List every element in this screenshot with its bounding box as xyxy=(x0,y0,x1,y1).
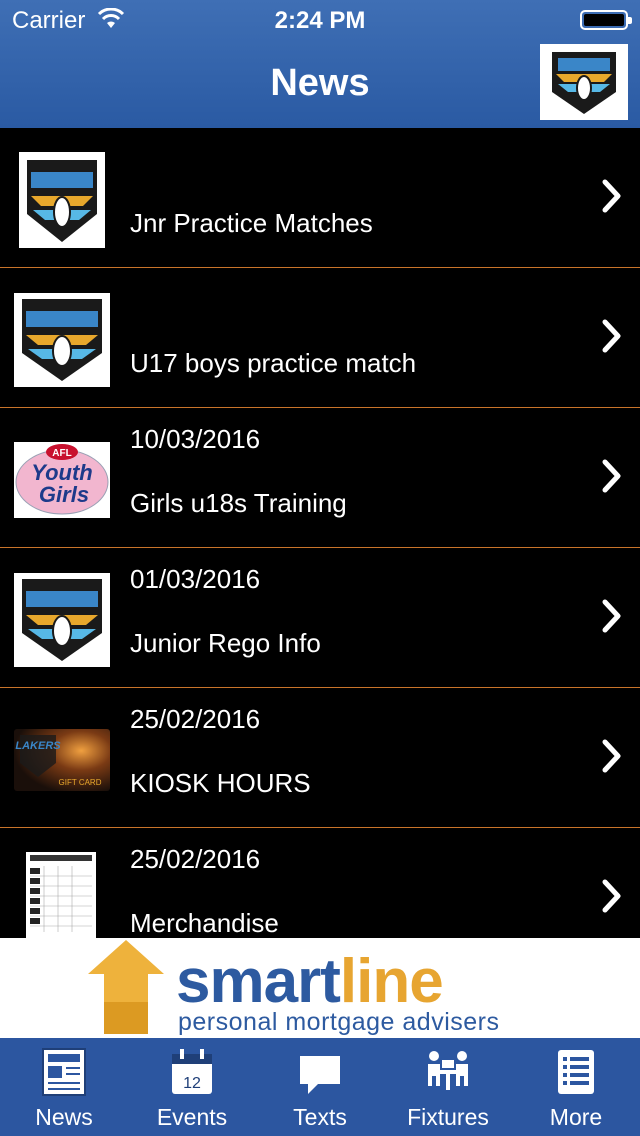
smartline-ad-banner[interactable]: smartline personal mortgage advisers xyxy=(0,938,640,1038)
chevron-right-icon xyxy=(602,319,621,353)
afl-youth-girls-logo-thumbnail: AFL Youth Girls xyxy=(14,442,110,518)
svg-text:AFL: AFL xyxy=(52,448,71,459)
lakers-logo-thumbnail xyxy=(14,573,110,667)
news-list: Jnr Practice Matches U17 boys practice m… xyxy=(0,128,640,938)
navigation-header: Carrier 2:24 PM News xyxy=(0,0,640,128)
news-row[interactable]: Jnr Practice Matches xyxy=(0,128,640,268)
tab-texts[interactable]: Texts xyxy=(256,1038,384,1136)
svg-text:Girls: Girls xyxy=(39,482,89,507)
svg-text:LAKERS: LAKERS xyxy=(15,740,61,752)
tab-bar: News 12 Events Texts Fixtures More xyxy=(0,1038,640,1136)
lakers-logo-icon[interactable] xyxy=(540,44,628,120)
status-time: 2:24 PM xyxy=(274,7,366,34)
house-arrow-icon xyxy=(88,940,164,1034)
news-row[interactable]: LAKERS GIFT CARD 25/02/2016 KIOSK HOURS xyxy=(0,688,640,828)
news-title: KIOSK HOURS xyxy=(130,768,311,798)
news-date: 25/02/2016 xyxy=(130,704,261,734)
speech-bubble-icon xyxy=(300,1056,340,1094)
chevron-right-icon xyxy=(602,739,621,773)
news-title: Girls u18s Training xyxy=(130,488,347,518)
chevron-right-icon xyxy=(602,599,621,633)
tab-label: News xyxy=(35,1104,93,1130)
chevron-right-icon xyxy=(602,179,621,213)
battery-icon xyxy=(580,10,632,30)
svg-text:GIFT CARD: GIFT CARD xyxy=(59,778,102,787)
news-row[interactable]: U17 boys practice match xyxy=(0,268,640,408)
lakers-logo-thumbnail xyxy=(14,293,110,387)
news-title: Junior Rego Info xyxy=(130,628,321,658)
news-date: 25/02/2016 xyxy=(130,844,261,874)
news-date: 10/03/2016 xyxy=(130,424,261,454)
tab-label: Events xyxy=(156,1104,228,1130)
svg-text:12: 12 xyxy=(183,1075,201,1092)
news-row[interactable]: 25/02/2016 Merchandise xyxy=(0,828,640,938)
tab-events[interactable]: 12 Events xyxy=(128,1038,256,1136)
ad-brand-name: smartline xyxy=(176,947,444,1016)
news-title: Jnr Practice Matches xyxy=(130,208,373,238)
gift-card-thumbnail: LAKERS GIFT CARD xyxy=(14,729,110,791)
tab-more[interactable]: More xyxy=(512,1038,640,1136)
newspaper-icon xyxy=(42,1048,86,1096)
lakers-logo-thumbnail xyxy=(19,152,105,248)
chevron-right-icon xyxy=(602,459,621,493)
status-bar: Carrier 2:24 PM xyxy=(0,0,640,40)
ad-tagline: personal mortgage advisers xyxy=(178,1008,500,1036)
news-row[interactable]: AFL Youth Girls 10/03/2016 Girls u18s Tr… xyxy=(0,408,640,548)
tab-news[interactable]: News xyxy=(0,1038,128,1136)
tab-label: More xyxy=(549,1104,603,1130)
list-icon xyxy=(558,1050,594,1094)
chevron-right-icon xyxy=(602,879,621,913)
calendar-icon: 12 xyxy=(172,1049,212,1094)
news-date: 01/03/2016 xyxy=(130,564,261,594)
news-row[interactable]: 01/03/2016 Junior Rego Info xyxy=(0,548,640,688)
people-table-icon xyxy=(428,1051,468,1090)
tab-label: Fixtures xyxy=(407,1104,489,1130)
news-title: U17 boys practice match xyxy=(130,348,417,378)
merchandise-document-thumbnail xyxy=(26,852,96,938)
tab-label: Texts xyxy=(293,1104,347,1130)
news-title: Merchandise xyxy=(130,908,279,938)
tab-fixtures[interactable]: Fixtures xyxy=(384,1038,512,1136)
